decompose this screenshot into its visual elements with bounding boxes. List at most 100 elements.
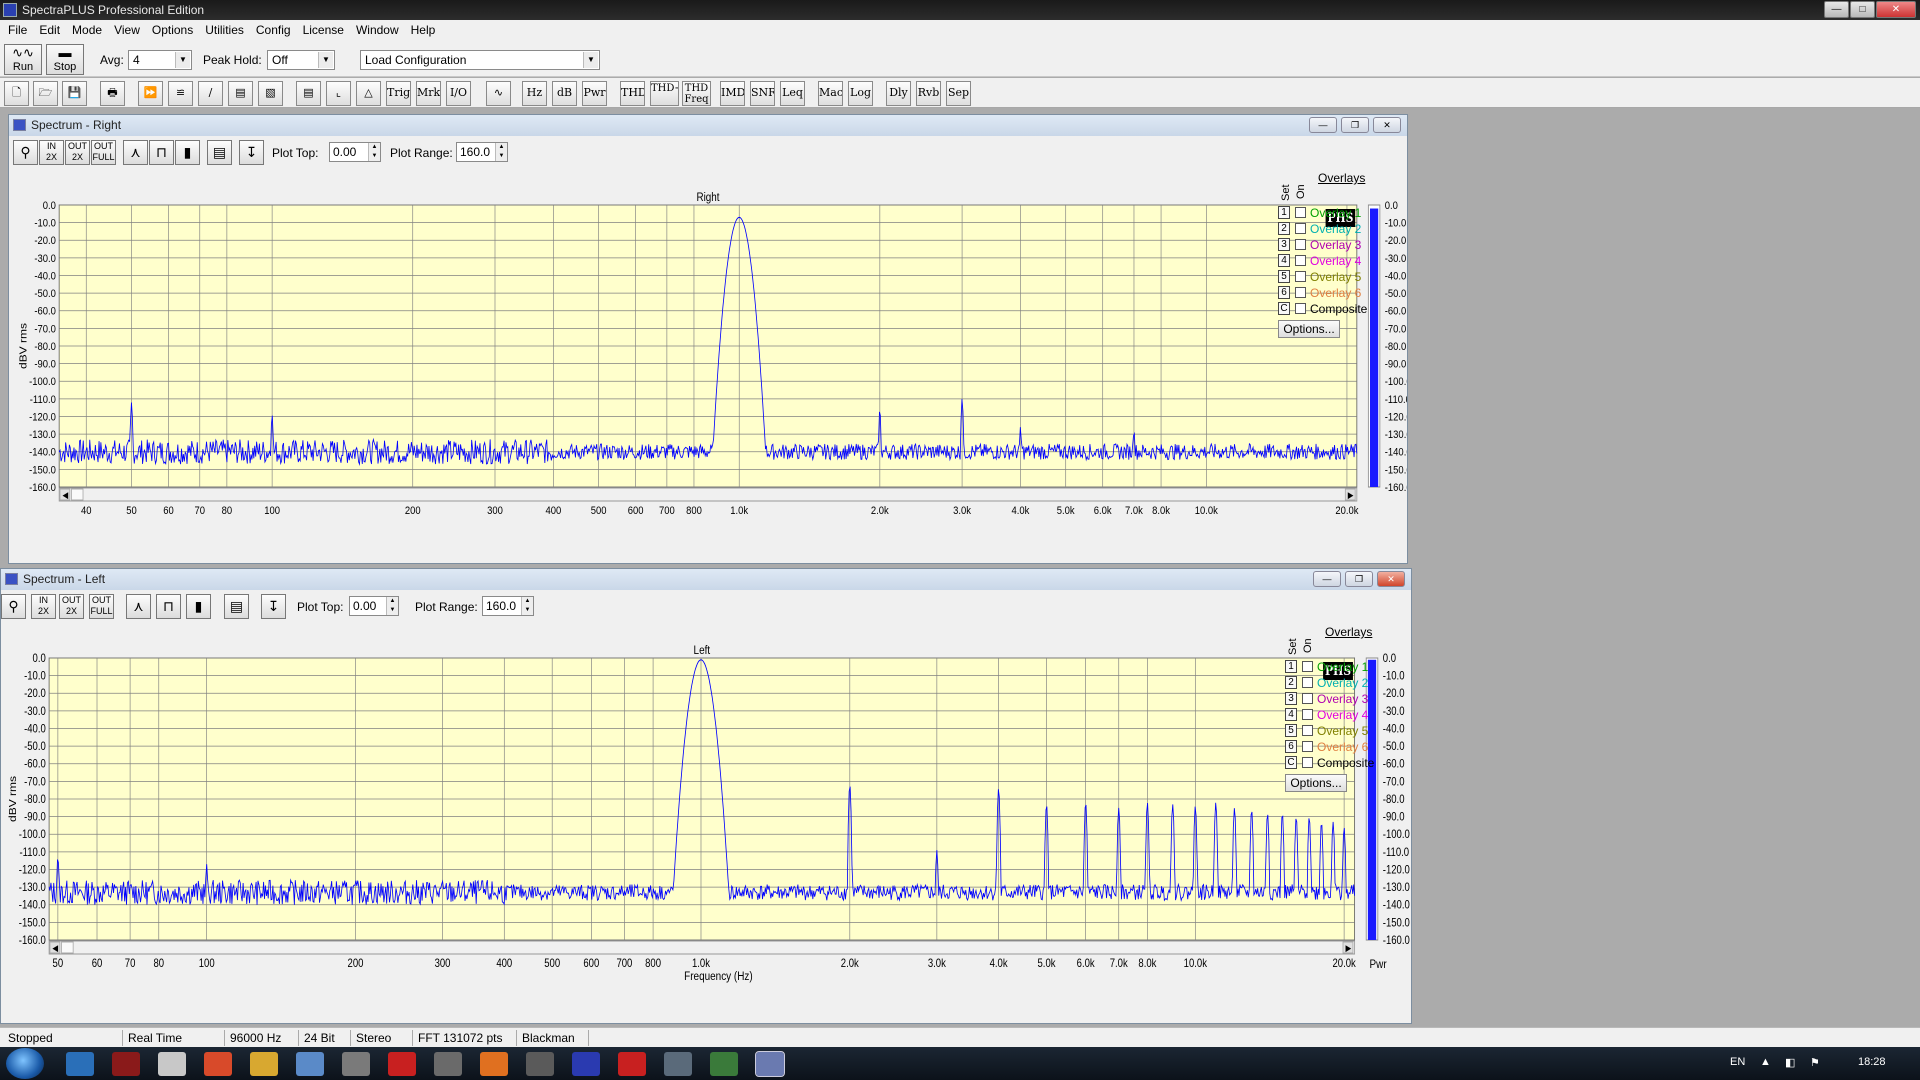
log-button[interactable]: Log xyxy=(848,81,873,106)
print-button[interactable]: 🖶 xyxy=(100,81,125,106)
signal-generator-button[interactable]: △ xyxy=(356,81,381,106)
plot-range-input[interactable]: 160.0 ▲ ▼ xyxy=(482,596,534,616)
chrome-icon[interactable] xyxy=(204,1052,232,1076)
overlay-set-button[interactable]: 2 xyxy=(1285,676,1297,689)
clock[interactable]: 18:28 xyxy=(1858,1056,1886,1068)
thd-button[interactable]: THD xyxy=(620,81,645,106)
overlay-checkbox[interactable] xyxy=(1302,661,1313,672)
minimize-button[interactable]: — xyxy=(1824,1,1849,18)
spinner-arrows-icon[interactable]: ▲ ▼ xyxy=(386,597,398,615)
tray-arrow-icon[interactable]: ▲ xyxy=(1760,1056,1771,1068)
zoom-button[interactable]: ⚲ xyxy=(1,594,26,619)
line-plot-button[interactable]: ⋏ xyxy=(126,594,151,619)
spectrum-right-plot[interactable]: Right 0.0 -10.0 -20.0 -30.0 -40.0 -50.0 -60.0 -7… xyxy=(9,166,1407,544)
zoom-in-2x-button[interactable]: IN 2X xyxy=(31,594,56,619)
trigger-button[interactable]: Trig xyxy=(386,81,411,106)
scale-button[interactable]: ↧ xyxy=(239,140,264,165)
restore-button[interactable]: ❐ xyxy=(1345,571,1373,587)
menu-license[interactable]: License xyxy=(297,20,350,41)
step-plot-button[interactable]: ⊓ xyxy=(156,594,181,619)
overlay-options-button[interactable]: Options... xyxy=(1285,774,1347,792)
menu-window[interactable]: Window xyxy=(350,20,405,41)
app-taskbar-icon[interactable] xyxy=(572,1052,600,1076)
macro-button[interactable]: Mac xyxy=(818,81,843,106)
minimize-button[interactable]: — xyxy=(1309,117,1337,133)
maps-icon[interactable] xyxy=(618,1052,646,1076)
separation-button[interactable]: Sep xyxy=(946,81,971,106)
zoom-out-full-button[interactable]: OUT FULL xyxy=(91,140,116,165)
minimize-button[interactable]: — xyxy=(1313,571,1341,587)
spectrum-left-plot[interactable]: Left 0.0 -10.0 -20.0 -30.0 -40.0 -50.0 -60.0 -70… xyxy=(1,620,1411,1010)
menu-view[interactable]: View xyxy=(108,20,146,41)
overlay-checkbox[interactable] xyxy=(1302,741,1313,752)
overlay-set-button[interactable]: C xyxy=(1285,756,1297,769)
zoom-out-2x-button[interactable]: OUT 2X xyxy=(59,594,84,619)
3d-surface-button[interactable]: ▧ xyxy=(258,81,283,106)
spectrogram-button[interactable]: ▤ xyxy=(228,81,253,106)
delay-button[interactable]: Dly xyxy=(886,81,911,106)
app-taskbar-icon[interactable] xyxy=(526,1052,554,1076)
language-indicator[interactable]: EN xyxy=(1730,1056,1745,1068)
close-button[interactable]: ✕ xyxy=(1373,117,1401,133)
step-plot-button[interactable]: ⊓ xyxy=(149,140,174,165)
zoom-out-full-button[interactable]: OUT FULL xyxy=(89,594,114,619)
zoom-in-2x-button[interactable]: IN 2X xyxy=(39,140,64,165)
start-button[interactable] xyxy=(6,1048,44,1079)
overlay-set-button[interactable]: 1 xyxy=(1278,206,1290,219)
overlay-set-button[interactable]: 2 xyxy=(1278,222,1290,235)
overlay-options-button[interactable]: Options... xyxy=(1278,320,1340,338)
menu-edit[interactable]: Edit xyxy=(33,20,66,41)
overlay-set-button[interactable]: 1 xyxy=(1285,660,1297,673)
close-button[interactable]: ✕ xyxy=(1876,1,1916,18)
explorer-folder-icon[interactable] xyxy=(250,1052,278,1076)
overlay-checkbox[interactable] xyxy=(1295,287,1306,298)
overlay-checkbox[interactable] xyxy=(1295,239,1306,250)
db-button[interactable]: dB xyxy=(552,81,577,106)
time-series-button[interactable]: ∕ xyxy=(198,81,223,106)
axes-button[interactable]: ⌞ xyxy=(326,81,351,106)
overlay-checkbox[interactable] xyxy=(1302,725,1313,736)
overlay-checkbox[interactable] xyxy=(1295,207,1306,218)
io-button[interactable]: I/O xyxy=(446,81,471,106)
thd-freq-button[interactable]: THD Freq xyxy=(682,81,711,106)
bar-plot-button[interactable]: ▮ xyxy=(175,140,200,165)
overlay-set-button[interactable]: 5 xyxy=(1285,724,1297,737)
spinner-arrows-icon[interactable]: ▲ ▼ xyxy=(521,597,533,615)
peak-hold-select[interactable]: Off ▼ xyxy=(267,50,335,70)
zoom-out-2x-button[interactable]: OUT 2X xyxy=(65,140,90,165)
opera-icon[interactable] xyxy=(388,1052,416,1076)
app-taskbar-icon[interactable] xyxy=(158,1052,186,1076)
overlay-set-button[interactable]: 3 xyxy=(1285,692,1297,705)
network-icon[interactable]: ◧ xyxy=(1785,1056,1795,1069)
snr-button[interactable]: SNR xyxy=(750,81,775,106)
reverb-button[interactable]: Rvb xyxy=(916,81,941,106)
app-taskbar-icon[interactable] xyxy=(112,1052,140,1076)
stop-button[interactable]: ▬ Stop xyxy=(46,44,84,75)
overlay-checkbox[interactable] xyxy=(1302,757,1313,768)
scaling-button[interactable]: ▤ xyxy=(296,81,321,106)
overlay-checkbox[interactable] xyxy=(1302,709,1313,720)
pwr-button[interactable]: Pwr xyxy=(582,81,607,106)
app-taskbar-icon[interactable] xyxy=(664,1052,692,1076)
overlay-checkbox[interactable] xyxy=(1295,271,1306,282)
line-plot-button[interactable]: ⋏ xyxy=(123,140,148,165)
overlay-set-button[interactable]: 4 xyxy=(1285,708,1297,721)
menu-options[interactable]: Options xyxy=(146,20,199,41)
hz-button[interactable]: Hz xyxy=(522,81,547,106)
marker-button[interactable]: Mrk xyxy=(416,81,441,106)
thd-n-button[interactable]: THD+N xyxy=(650,81,679,106)
sine-generator-button[interactable]: ∿ xyxy=(486,81,511,106)
plot-properties-button[interactable]: ▤ xyxy=(207,140,232,165)
spectraplus-taskbar-icon[interactable] xyxy=(755,1051,785,1077)
recorder-mode-button[interactable]: ⏩ xyxy=(138,81,163,106)
overlay-set-button[interactable]: 5 xyxy=(1278,270,1290,283)
plot-properties-button[interactable]: ▤ xyxy=(224,594,249,619)
menu-mode[interactable]: Mode xyxy=(66,20,108,41)
app-taskbar-icon[interactable] xyxy=(296,1052,324,1076)
overlay-checkbox[interactable] xyxy=(1295,303,1306,314)
menu-config[interactable]: Config xyxy=(250,20,297,41)
menu-help[interactable]: Help xyxy=(405,20,442,41)
menu-file[interactable]: File xyxy=(2,20,33,41)
leq-button[interactable]: Leq xyxy=(780,81,805,106)
save-file-button[interactable]: 💾 xyxy=(62,81,87,106)
